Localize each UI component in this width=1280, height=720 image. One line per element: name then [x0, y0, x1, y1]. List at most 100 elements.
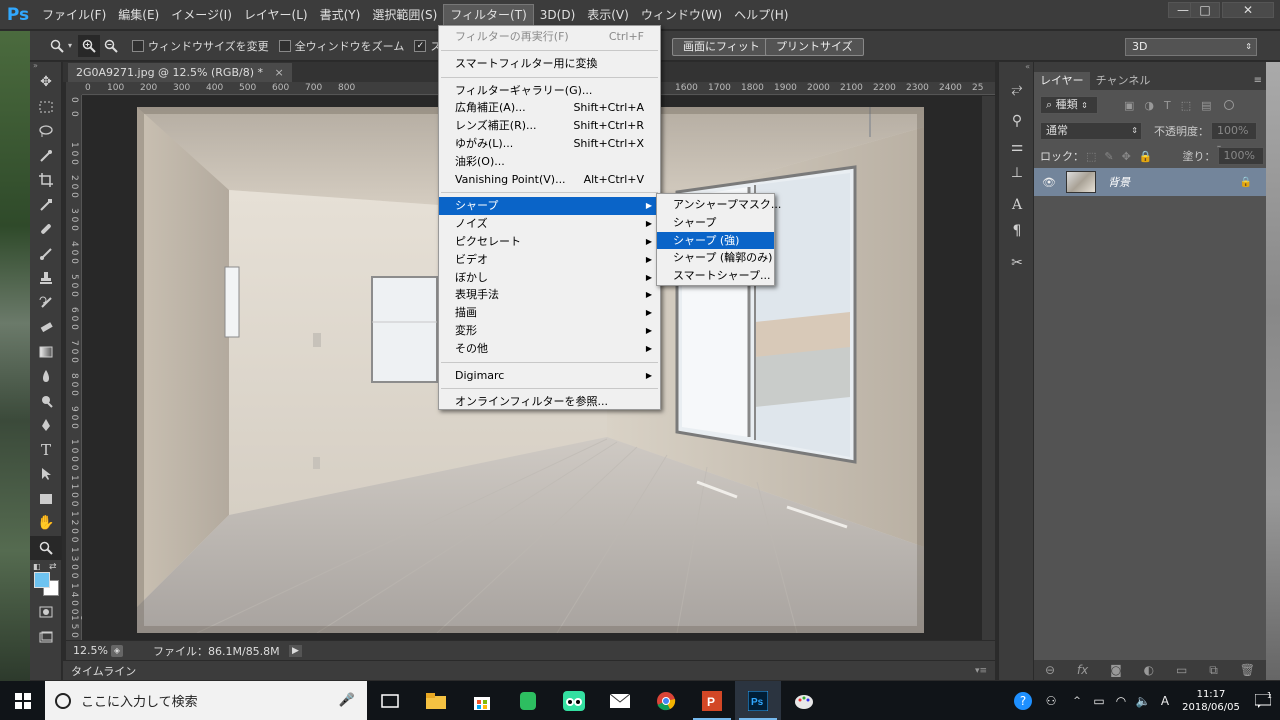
panel-menu-icon[interactable]: ≡ — [1254, 72, 1266, 90]
path-selection-tool-icon[interactable] — [30, 462, 62, 487]
layer-filter-kind-select[interactable]: ⌕ 種類 ⇕ — [1040, 96, 1098, 114]
timeline-panel[interactable]: タイムライン ▾≡ — [63, 660, 995, 680]
chrome-icon[interactable] — [643, 681, 689, 720]
filter-menu-item[interactable]: ピクセレート ▶ — [439, 233, 660, 251]
color-swatches[interactable]: ◧ ⇄ — [30, 560, 61, 600]
paint-icon[interactable] — [781, 681, 827, 720]
menu-file[interactable]: ファイル(F) — [36, 0, 112, 30]
print-size-button[interactable]: プリントサイズ — [765, 38, 864, 56]
battery-icon[interactable]: ▭ — [1088, 694, 1110, 708]
blur-tool-icon[interactable] — [30, 364, 62, 389]
eyedropper-tool-icon[interactable] — [30, 193, 62, 218]
new-layer-icon[interactable]: ⧉ — [1209, 663, 1218, 678]
clock[interactable]: 11:17 2018/06/05 — [1176, 688, 1246, 714]
filter-type-icon[interactable]: T — [1164, 99, 1171, 112]
filter-toggle-icon[interactable] — [1223, 100, 1234, 110]
layer-row-background[interactable]: 👁 背景 🔒 — [1034, 168, 1266, 196]
zoom-in-icon[interactable] — [78, 34, 101, 57]
task-view-icon[interactable] — [367, 681, 413, 720]
swap-colors-icon[interactable]: ⇄ — [49, 562, 57, 572]
filter-menu-item[interactable]: ノイズ ▶ — [439, 215, 660, 233]
menu-layer[interactable]: レイヤー(L) — [238, 0, 314, 30]
menu-select[interactable]: 選択範囲(S) — [366, 0, 443, 30]
notification-center-icon[interactable]: 1 — [1246, 691, 1280, 708]
close-button[interactable]: ✕ — [1222, 2, 1274, 18]
type-tool-icon[interactable]: T — [30, 438, 62, 463]
adjustment-layer-icon[interactable]: ◐ — [1144, 663, 1154, 677]
sharpen-submenu-item[interactable]: シャープ (強) — [657, 231, 774, 250]
filter-menu-item[interactable]: 表現手法 ▶ — [439, 286, 660, 304]
quick-mask-icon[interactable] — [30, 600, 62, 625]
powerpoint-icon[interactable]: P — [689, 681, 735, 720]
filter-menu-item[interactable]: ビデオ ▶ — [439, 251, 660, 269]
tool-preset-arrow-icon[interactable]: ▾ — [68, 41, 72, 50]
history-panel-icon[interactable]: ⥂ — [999, 76, 1035, 102]
layer-name[interactable]: 背景 — [1108, 174, 1130, 190]
brush-tool-icon[interactable] — [30, 242, 62, 267]
collapse-dock-icon[interactable]: « — [999, 62, 1033, 76]
collapse-toolbar-icon[interactable]: » — [30, 62, 61, 70]
lock-all-icon[interactable]: 🔒 — [1139, 150, 1153, 163]
wifi-icon[interactable]: ◠ — [1110, 694, 1132, 708]
filter-menu-item[interactable]: その他 ▶ — [439, 340, 660, 358]
eraser-tool-icon[interactable] — [30, 315, 62, 340]
lock-position-icon[interactable]: ✥ — [1122, 150, 1131, 163]
filter-menu-item[interactable]: スマートフィルター用に変換 — [439, 55, 660, 73]
menu-help[interactable]: ヘルプ(H) — [728, 0, 794, 30]
show-hidden-icons[interactable]: ^ — [1066, 696, 1088, 706]
sharpen-submenu-item[interactable]: シャープ — [657, 214, 774, 232]
filter-menu-item[interactable]: 描画 ▶ — [439, 304, 660, 322]
workspace-select[interactable]: 3D ⇕ — [1125, 38, 1257, 56]
delete-layer-icon[interactable]: 🗑 — [1240, 663, 1255, 677]
crop-tool-icon[interactable] — [30, 168, 62, 193]
lasso-tool-icon[interactable] — [30, 119, 62, 144]
mail-icon[interactable] — [597, 681, 643, 720]
filter-menu-item[interactable]: 油彩(O)... — [439, 153, 660, 171]
marquee-tool-icon[interactable] — [30, 95, 62, 120]
adjustments-icon[interactable]: ⚌ — [999, 134, 1035, 160]
filter-menu-item[interactable]: フィルターの再実行(F) Ctrl+F — [439, 28, 660, 46]
fit-screen-button[interactable]: 画面にフィット — [672, 38, 771, 56]
zoom-level[interactable]: 12.5% — [73, 644, 111, 657]
timeline-tab[interactable]: タイムライン — [71, 663, 136, 679]
filter-menu-item[interactable]: レンズ補正(R)... Shift+Ctrl+R — [439, 117, 660, 135]
timeline-menu-icon[interactable]: ▾≡ — [975, 666, 987, 676]
healing-brush-tool-icon[interactable] — [30, 217, 62, 242]
store-icon[interactable] — [459, 681, 505, 720]
filter-menu-item[interactable]: 変形 ▶ — [439, 322, 660, 340]
gradient-tool-icon[interactable] — [30, 340, 62, 365]
filter-menu-item[interactable]: オンラインフィルターを参照... — [439, 393, 660, 411]
foreground-color-swatch[interactable] — [34, 572, 50, 588]
filter-menu-item[interactable]: Vanishing Point(V)... Alt+Ctrl+V — [439, 171, 660, 189]
blend-mode-select[interactable]: 通常 ⇕ — [1040, 122, 1142, 140]
new-group-icon[interactable]: ▭ — [1176, 663, 1187, 677]
filter-menu-item[interactable]: ぼかし ▶ — [439, 269, 660, 287]
lock-transparent-icon[interactable]: ⬚ — [1086, 150, 1096, 163]
ruler-origin[interactable] — [66, 82, 82, 95]
visibility-eye-icon[interactable]: 👁 — [1042, 176, 1056, 189]
ruler-vertical[interactable]: 0 0 1 0 0 2 0 0 3 0 0 4 0 0 5 0 0 6 0 0 … — [66, 95, 88, 640]
document-tab[interactable]: 2G0A9271.jpg @ 12.5% (RGB/8) * × — [68, 63, 292, 82]
move-tool-icon[interactable]: ✥ — [30, 70, 62, 95]
filter-menu-item[interactable]: ゆがみ(L)... Shift+Ctrl+X — [439, 135, 660, 153]
character-panel-icon[interactable]: A — [999, 192, 1035, 218]
sharpen-submenu-item[interactable]: シャープ (輪郭のみ) — [657, 249, 774, 267]
sharpen-submenu-item[interactable]: アンシャープマスク... — [657, 196, 781, 214]
menu-edit[interactable]: 編集(E) — [112, 0, 165, 30]
filter-smartobject-icon[interactable]: ▤ — [1201, 99, 1211, 112]
microphone-icon[interactable]: 🎤 — [339, 693, 355, 708]
filter-menu-item[interactable]: 広角補正(A)... Shift+Ctrl+A — [439, 99, 660, 117]
default-colors-icon[interactable]: ◧ — [33, 562, 41, 571]
hand-tool-icon[interactable]: ✋ — [30, 511, 62, 536]
help-icon[interactable]: ? — [1010, 691, 1036, 710]
filter-pixel-icon[interactable]: ▣ — [1124, 99, 1134, 112]
lock-image-icon[interactable]: ✎ — [1104, 150, 1113, 163]
taskbar-search[interactable]: ここに入力して検索 🎤 — [45, 681, 367, 720]
status-share-icon[interactable]: ◈ — [111, 644, 123, 657]
tab-channels[interactable]: チャンネル — [1090, 72, 1157, 90]
people-icon[interactable]: ⚇ — [1036, 694, 1066, 708]
filter-menu-item[interactable]: フィルターギャラリー(G)... — [439, 82, 660, 100]
add-mask-icon[interactable]: ◙ — [1110, 663, 1122, 677]
ime-mode[interactable]: A — [1154, 694, 1176, 708]
status-menu-arrow-icon[interactable]: ▶ — [289, 644, 302, 657]
